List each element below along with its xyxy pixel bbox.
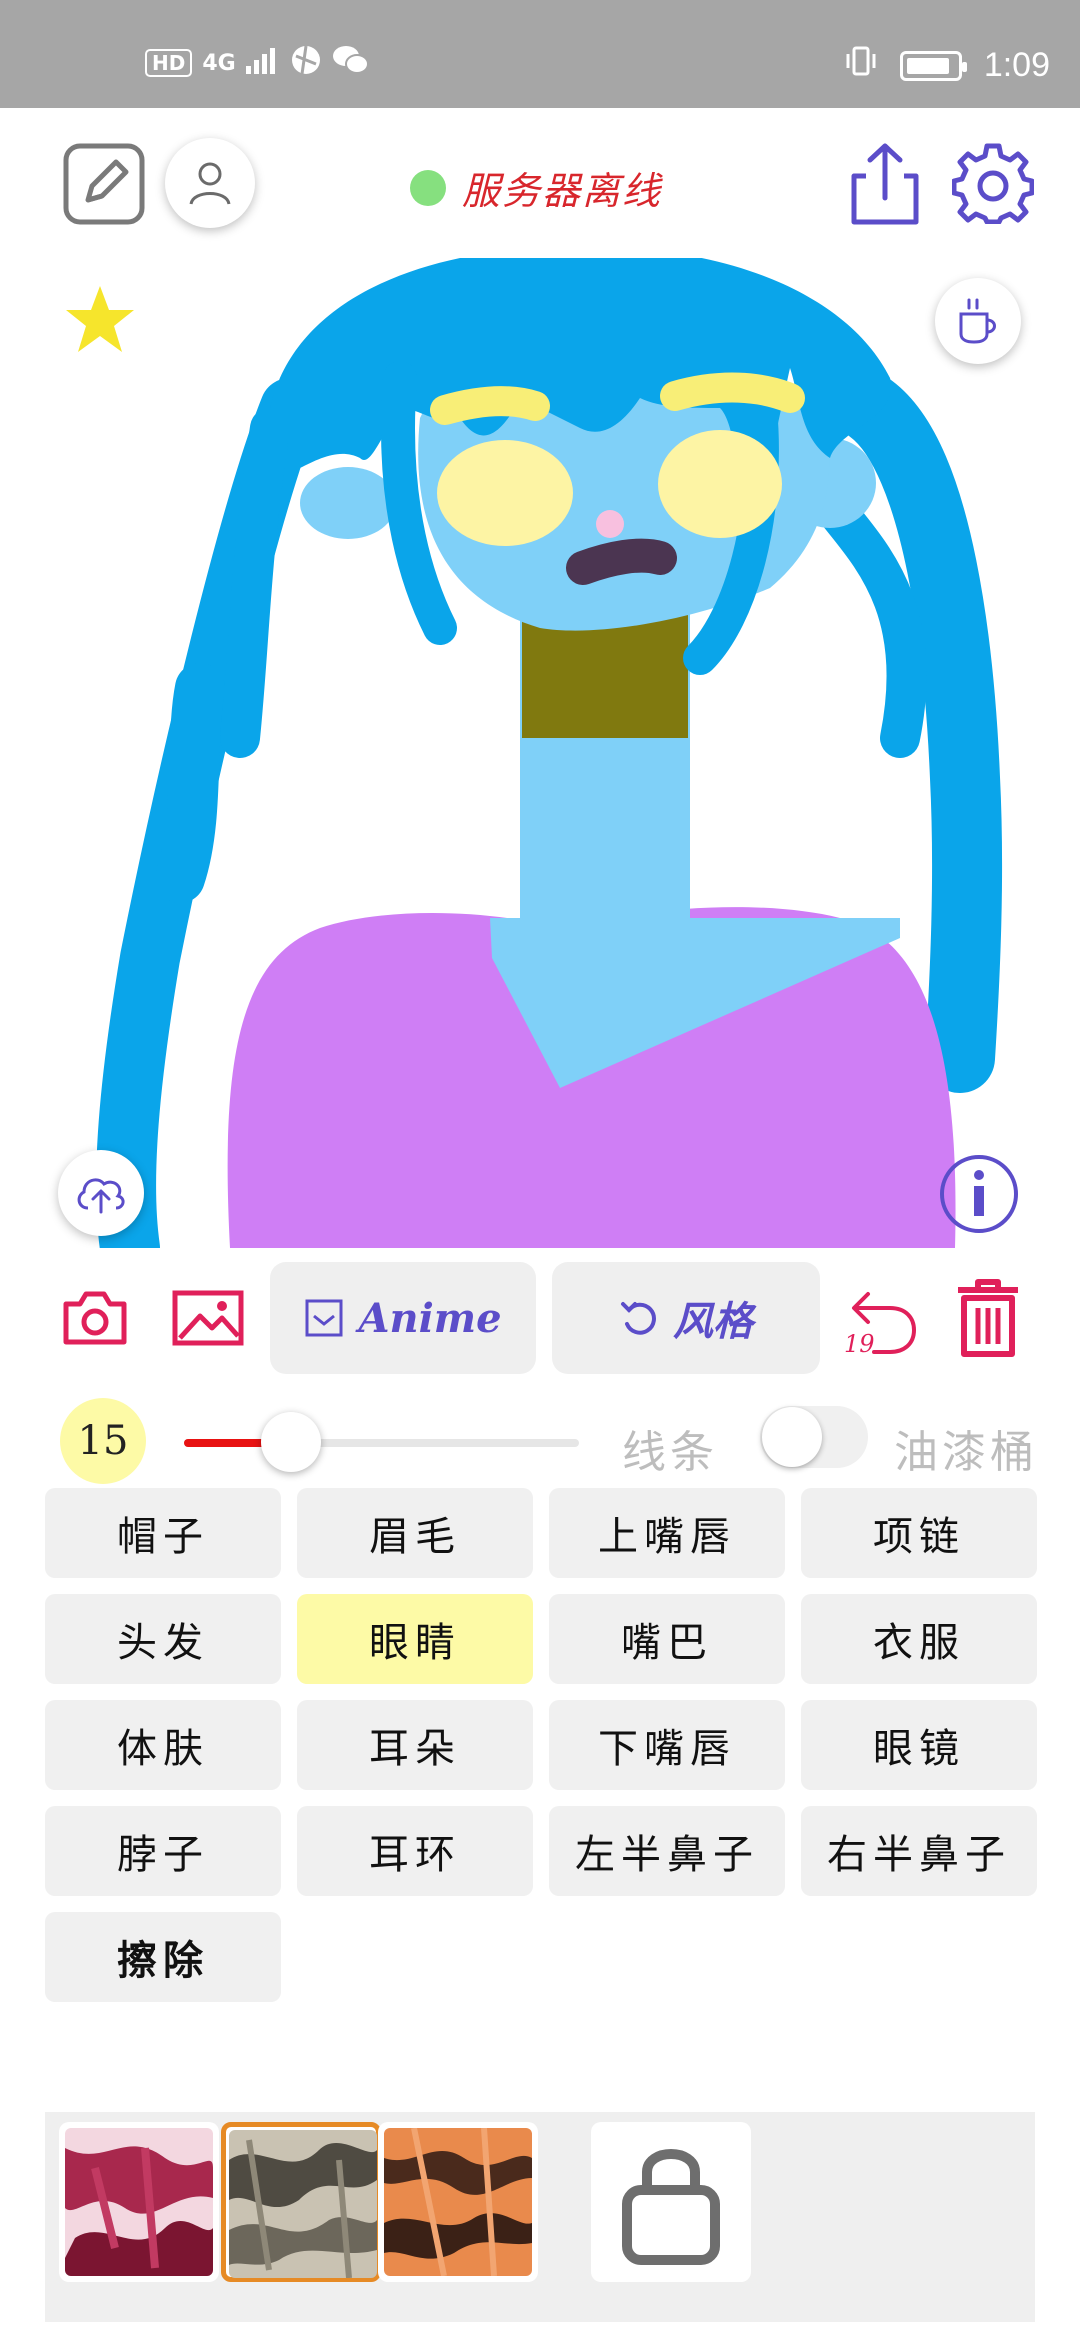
battery-icon (899, 50, 967, 81)
edit-icon (63, 143, 145, 225)
undo-count: 19 (844, 1330, 875, 1358)
paint-bucket-toggle-knob (762, 1407, 822, 1467)
cloud-upload-icon (77, 1178, 125, 1214)
status-left: HD 4G (145, 44, 370, 82)
part-button[interactable]: 嘴巴 (549, 1594, 785, 1684)
gallery-button[interactable] (172, 1290, 244, 1350)
lock-icon (622, 2149, 720, 2265)
refresh-icon (621, 1302, 656, 1335)
user-icon (189, 162, 231, 205)
signal-icon (245, 46, 280, 80)
tool-row: Anime 风格 19 (0, 1262, 1080, 1382)
paint-bucket-toggle[interactable] (760, 1406, 868, 1468)
part-button[interactable]: 上嘴唇 (549, 1488, 785, 1578)
camera-icon (63, 1291, 127, 1345)
texture-tray (45, 2112, 1035, 2322)
edit-drawing-button[interactable] (62, 142, 146, 226)
part-button[interactable]: 项链 (801, 1488, 1037, 1578)
favorite-button[interactable] (60, 280, 140, 360)
style-button[interactable]: 风格 (552, 1262, 820, 1374)
checkbox-icon (305, 1299, 343, 1337)
part-button[interactable]: 眉毛 (297, 1488, 533, 1578)
trash-icon (958, 1279, 1018, 1357)
part-button[interactable]: 擦除 (45, 1912, 281, 2002)
wechat-icon (332, 44, 370, 82)
hd-indicator: HD (145, 49, 193, 77)
texture-gray-image (229, 2130, 377, 2278)
share-icon (851, 143, 919, 225)
anime-mode-button[interactable]: Anime (270, 1262, 536, 1374)
settings-button[interactable] (951, 142, 1035, 225)
line-mode-label: 线条 (622, 1427, 718, 1478)
part-button[interactable]: 耳朵 (297, 1700, 533, 1790)
status-bar: HD 4G 1:09 (0, 0, 1080, 108)
status-right: 1:09 (844, 44, 1050, 87)
facial-part-grid: 帽子 眉毛 上嘴唇 项链头发 眼睛 嘴巴 衣服体肤 耳朵 下嘴唇 眼镜脖子 耳环 左半鼻子 右半鼻子擦除 (45, 1488, 1037, 2002)
locked-texture-slot[interactable] (591, 2122, 751, 2282)
brush-size-badge: 15 (60, 1398, 146, 1484)
texture-red-image (65, 2128, 213, 2276)
delete-button[interactable] (954, 1276, 1022, 1360)
info-button[interactable] (938, 1153, 1020, 1235)
texture-orange-image (384, 2128, 532, 2276)
part-button[interactable]: 帽子 (45, 1488, 281, 1578)
star-icon (66, 286, 134, 352)
part-button[interactable]: 下嘴唇 (549, 1700, 785, 1790)
part-button[interactable]: 脖子 (45, 1806, 281, 1896)
texture-thumbnail-gray[interactable] (221, 2122, 381, 2282)
coffee-cup-icon (959, 298, 996, 344)
share-button[interactable] (848, 140, 922, 226)
undo-button[interactable]: 19 (840, 1282, 920, 1362)
part-button[interactable]: 眼镜 (801, 1700, 1037, 1790)
brush-settings-row: 15 线条 油漆桶 (0, 1392, 1080, 1492)
part-button[interactable]: 头发 (45, 1594, 281, 1684)
gear-icon (951, 143, 1035, 225)
info-icon (940, 1155, 1018, 1233)
texture-thumbnail-orange[interactable] (378, 2122, 538, 2282)
server-status: 服务器离线 (410, 160, 662, 215)
style-label: 风格 (673, 1298, 753, 1345)
network-indicator: 4G (202, 50, 236, 76)
top-bar: 服务器离线 (0, 108, 1080, 258)
part-button[interactable]: 眼睛 (297, 1594, 533, 1684)
drawing-artwork (96, 258, 1003, 1248)
browser-icon (290, 44, 322, 82)
brush-size-slider-thumb[interactable] (260, 1412, 321, 1472)
upload-button[interactable] (58, 1150, 144, 1236)
camera-button[interactable] (62, 1290, 128, 1350)
part-button[interactable]: 右半鼻子 (801, 1806, 1037, 1896)
part-button[interactable]: 左半鼻子 (549, 1806, 785, 1896)
server-status-dot (410, 169, 446, 206)
profile-button[interactable] (165, 138, 255, 228)
brush-size-slider[interactable] (184, 1439, 579, 1447)
texture-thumbnail-red[interactable] (59, 2122, 219, 2282)
part-button[interactable]: 体肤 (45, 1700, 281, 1790)
paint-bucket-label: 油漆桶 (894, 1427, 1038, 1478)
vibrate-icon (844, 44, 878, 87)
part-button[interactable]: 耳环 (297, 1806, 533, 1896)
server-status-label: 服务器离线 (462, 169, 663, 213)
image-icon (172, 1290, 244, 1346)
clock: 1:09 (983, 46, 1050, 84)
anime-mode-label: Anime (358, 1294, 502, 1342)
part-button[interactable]: 衣服 (801, 1594, 1037, 1684)
coffee-button[interactable] (935, 278, 1021, 364)
drawing-canvas[interactable] (0, 258, 1080, 1248)
